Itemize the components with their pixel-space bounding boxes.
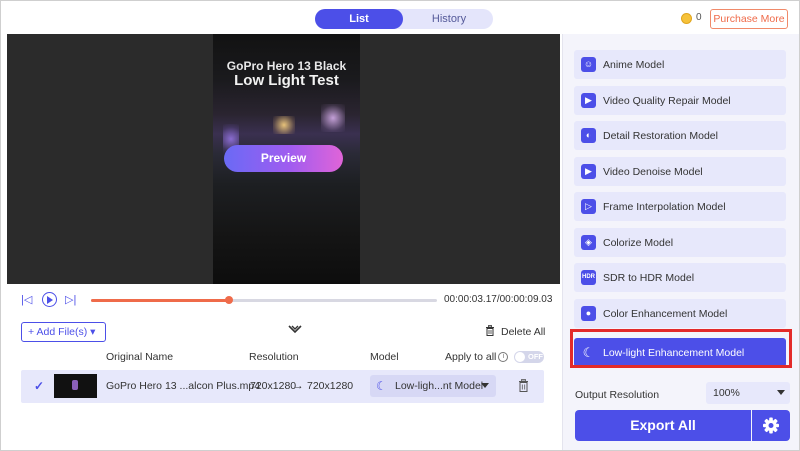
row-delete-icon[interactable]: [518, 379, 529, 392]
top-bar: List History 0 Purchase More: [1, 1, 799, 35]
model-item[interactable]: ◈ Colorize Model: [574, 227, 786, 257]
output-resolution-label: Output Resolution: [575, 389, 660, 401]
anime-icon: ☺: [581, 57, 596, 72]
resolution-from: 720x1280: [250, 380, 297, 392]
palette-icon: ●: [581, 305, 596, 321]
tab-history[interactable]: History: [405, 9, 493, 29]
delete-all-button[interactable]: Delete All: [501, 326, 545, 338]
column-resolution: Resolution: [249, 351, 299, 363]
gear-icon: [763, 417, 779, 434]
scene-light: [273, 116, 295, 134]
column-model: Model: [370, 351, 399, 363]
app-window: List History 0 Purchase More GoPro Hero …: [0, 0, 800, 451]
play-icon[interactable]: [42, 292, 57, 307]
export-all-button[interactable]: Export All: [575, 410, 751, 441]
model-label: Frame Interpolation Model: [603, 201, 726, 213]
output-resolution-select[interactable]: 100%: [706, 382, 790, 404]
model-item[interactable]: ◐ Detail Restoration Model: [574, 121, 786, 150]
video-preview-area: GoPro Hero 13 Black Low Light Test Previ…: [7, 34, 560, 284]
model-label: Color Enhancement Model: [603, 307, 728, 320]
video-repair-icon: ▶: [581, 92, 596, 108]
column-original-name: Original Name: [106, 351, 174, 363]
file-toolbar: + Add File(s) ▾ Delete All: [7, 317, 560, 347]
file-name: GoPro Hero 13 ...alcon Plus.mp4: [106, 380, 261, 392]
video-title-line2: Low Light Test: [234, 72, 339, 89]
video-title-line1: GoPro Hero 13 Black: [226, 59, 347, 73]
moon-icon: ☾: [376, 379, 387, 393]
model-item[interactable]: ▶ Video Quality Repair Model: [574, 85, 786, 115]
thumbnail-detail: [72, 380, 78, 390]
model-item[interactable]: HDR SDR to HDR Model: [574, 263, 786, 292]
model-label: Anime Model: [603, 59, 665, 71]
timecode: 00:00:03.17/00:00:09.03: [444, 294, 553, 305]
export-settings-button[interactable]: [752, 410, 790, 441]
model-item[interactable]: ☺ Anime Model: [574, 50, 786, 79]
toggle-state: OFF: [528, 352, 543, 361]
scene-light: [321, 104, 345, 132]
hdr-icon: HDR: [581, 270, 596, 285]
video-thumbnail: [54, 374, 97, 398]
info-icon[interactable]: i: [498, 352, 509, 363]
model-item[interactable]: ▷ Frame Interpolation Model: [574, 192, 786, 221]
credit-count: 0: [696, 12, 702, 23]
collapse-icon[interactable]: [288, 325, 302, 338]
model-item[interactable]: ● Color Enhancement Model: [574, 298, 786, 328]
row-model-select[interactable]: ☾ Low-ligh...nt Model: [370, 375, 496, 397]
detail-restore-icon: ◐: [581, 128, 596, 143]
skip-forward-icon[interactable]: ▷|: [65, 293, 76, 306]
model-label: Detail Restoration Model: [603, 130, 718, 142]
skip-back-icon[interactable]: |◁: [21, 293, 32, 306]
add-files-button[interactable]: + Add File(s) ▾: [21, 322, 106, 342]
column-apply-to-all: Apply to all i: [445, 351, 509, 363]
output-resolution-value: 100%: [713, 387, 740, 399]
apply-to-all-toggle[interactable]: OFF: [514, 351, 544, 363]
model-label: Colorize Model: [603, 236, 674, 249]
arrow-right-icon: →: [293, 380, 304, 392]
view-tabs: List History: [315, 9, 493, 29]
apply-to-all-label: Apply to all: [445, 351, 497, 363]
selection-highlight: [570, 329, 792, 368]
model-label: Video Quality Repair Model: [603, 94, 731, 107]
toggle-knob: [515, 352, 525, 362]
tab-list[interactable]: List: [315, 9, 403, 29]
model-label: SDR to HDR Model: [603, 272, 695, 284]
chevron-down-icon: [777, 390, 785, 395]
denoise-icon: ▶: [581, 163, 596, 179]
model-item[interactable]: ▶ Video Denoise Model: [574, 156, 786, 186]
resolution-to: 720x1280: [307, 380, 354, 392]
trash-icon[interactable]: [485, 325, 495, 336]
preview-button[interactable]: Preview: [224, 145, 343, 172]
model-label: Video Denoise Model: [603, 165, 703, 178]
purchase-more-button[interactable]: Purchase More: [710, 9, 788, 29]
table-row[interactable]: ✓ GoPro Hero 13 ...alcon Plus.mp4 720x12…: [21, 370, 544, 403]
colorize-icon: ◈: [581, 234, 596, 250]
chevron-down-icon: [481, 383, 489, 388]
row-model-value: Low-ligh...nt Model: [395, 380, 484, 392]
frame-interp-icon: ▷: [581, 199, 596, 214]
table-header: Original Name Resolution Model Apply to …: [7, 347, 560, 367]
coin-icon: [681, 13, 692, 24]
progress-fill: [91, 299, 230, 302]
progress-slider[interactable]: [91, 296, 437, 304]
check-icon[interactable]: ✓: [34, 379, 44, 393]
playback-controls: |◁ ▷| 00:00:03.17/00:00:09.03: [7, 284, 560, 316]
progress-handle[interactable]: [225, 296, 234, 304]
